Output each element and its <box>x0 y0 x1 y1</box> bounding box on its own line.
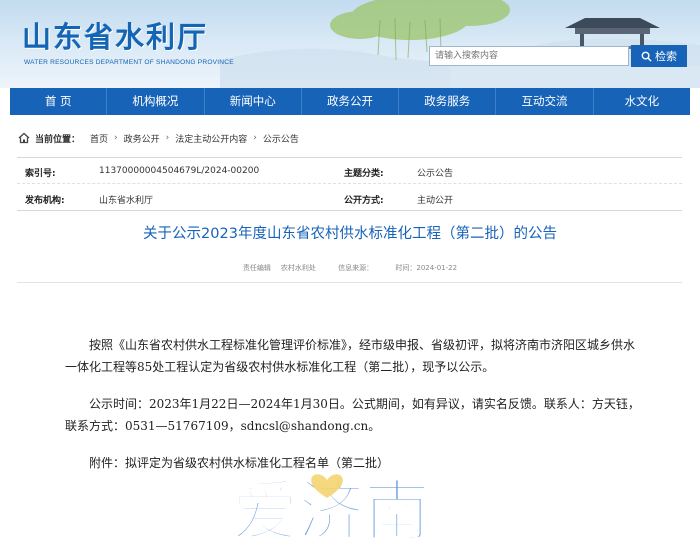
nav-item-home[interactable]: 首 页 <box>10 88 108 115</box>
article-paragraph: 按照《山东省农村供水工程标准化管理评价标准》，经市级申报、省级初评，拟将济南市济… <box>65 338 636 374</box>
nav-item-interaction[interactable]: 互动交流 <box>496 88 594 115</box>
breadcrumb-home[interactable]: 首页 <box>90 132 108 145</box>
disclosure-label: 公开方式: <box>344 196 384 206</box>
divider <box>17 282 682 283</box>
index-label: 索引号: <box>25 169 56 179</box>
disclosure-value: 主动公开 <box>417 196 454 206</box>
search-input[interactable] <box>429 46 629 66</box>
search-button[interactable]: 检索 <box>631 45 687 67</box>
breadcrumb-separator: › <box>165 133 170 143</box>
nav-item-organization[interactable]: 机构概况 <box>107 88 205 115</box>
index-value: 11370000004504679L/2024-00200 <box>99 166 260 176</box>
article-editor-label: 责任编辑 <box>242 264 271 272</box>
topic-value: 公示公告 <box>417 169 454 179</box>
site-header: 山东省水利厅 WATER RESOURCES DEPARTMENT OF SHA… <box>0 0 700 88</box>
article-source: 信息来源： <box>338 264 374 272</box>
breadcrumb-government-affairs[interactable]: 政务公开 <box>124 132 160 145</box>
nav-item-government-affairs[interactable]: 政务公开 <box>302 88 400 115</box>
main-nav: 首 页 机构概况 新闻中心 政务公开 政务服务 互动交流 水文化 <box>10 88 690 115</box>
article-dept: 农村水利处 <box>280 264 316 272</box>
publisher-value: 山东省水利厅 <box>99 196 154 206</box>
breadcrumb: 当前位置： 首页 › 政务公开 › 法定主动公开内容 › 公示公告 <box>18 130 299 146</box>
home-icon <box>18 132 30 144</box>
nav-item-services[interactable]: 政务服务 <box>399 88 497 115</box>
search-icon <box>641 51 652 62</box>
article-time: 时间：2024-01-22 <box>395 264 458 272</box>
document-meta-table: 索引号: 11370000004504679L/2024-00200 主题分类:… <box>17 157 682 211</box>
breadcrumb-prefix: 当前位置： <box>35 134 81 145</box>
breadcrumb-separator: › <box>114 133 118 143</box>
search-button-label: 检索 <box>655 50 677 63</box>
article-paragraph: 公示时间：2023年1月22日—2024年1月30日。公式期间，如有异议，请实名… <box>65 397 640 433</box>
meta-row: 发布机构: 山东省水利厅 公开方式: 主动公开 <box>17 185 682 211</box>
nav-item-water-culture[interactable]: 水文化 <box>594 88 690 115</box>
article-title: 关于公示2023年度山东省农村供水标准化工程（第二批）的公告 <box>143 226 557 242</box>
watermark-logo: 爱济南 <box>232 472 431 549</box>
article-info: 责任编辑 农村水利处 信息来源： 时间：2024-01-22 <box>0 263 700 273</box>
breadcrumb-statutory-content[interactable]: 法定主动公开内容 <box>175 132 247 145</box>
breadcrumb-announcements[interactable]: 公示公告 <box>263 132 299 145</box>
nav-item-news[interactable]: 新闻中心 <box>205 88 302 115</box>
meta-row: 索引号: 11370000004504679L/2024-00200 主题分类:… <box>17 158 682 184</box>
breadcrumb-separator: › <box>253 133 257 143</box>
site-title: 山东省水利厅 <box>22 20 209 54</box>
publisher-label: 发布机构: <box>25 196 65 206</box>
site-subtitle: WATER RESOURCES DEPARTMENT OF SHANDONG P… <box>24 59 234 66</box>
topic-label: 主题分类: <box>344 169 384 179</box>
